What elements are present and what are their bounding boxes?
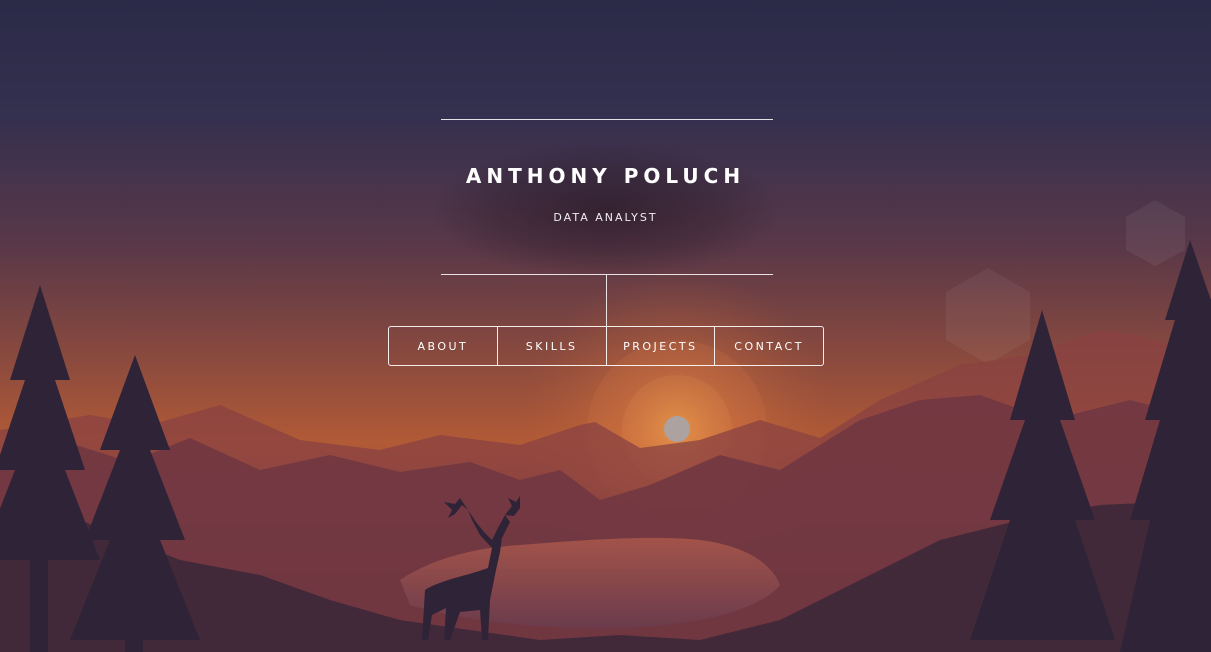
- sun: [664, 416, 690, 442]
- main-navigation: ABOUT SKILLS PROJECTS CONTACT: [388, 326, 824, 366]
- hero-section: ANTHONY POLUCH DATA ANALYST ABOUT SKILLS…: [0, 0, 1211, 652]
- nav-skills-link[interactable]: SKILLS: [498, 327, 607, 365]
- nav-about-link[interactable]: ABOUT: [389, 327, 498, 365]
- nav-contact-link[interactable]: CONTACT: [715, 327, 823, 365]
- page-title: ANTHONY POLUCH: [465, 164, 746, 188]
- page-subtitle: DATA ANALYST: [553, 211, 658, 224]
- nav-projects-link[interactable]: PROJECTS: [607, 327, 716, 365]
